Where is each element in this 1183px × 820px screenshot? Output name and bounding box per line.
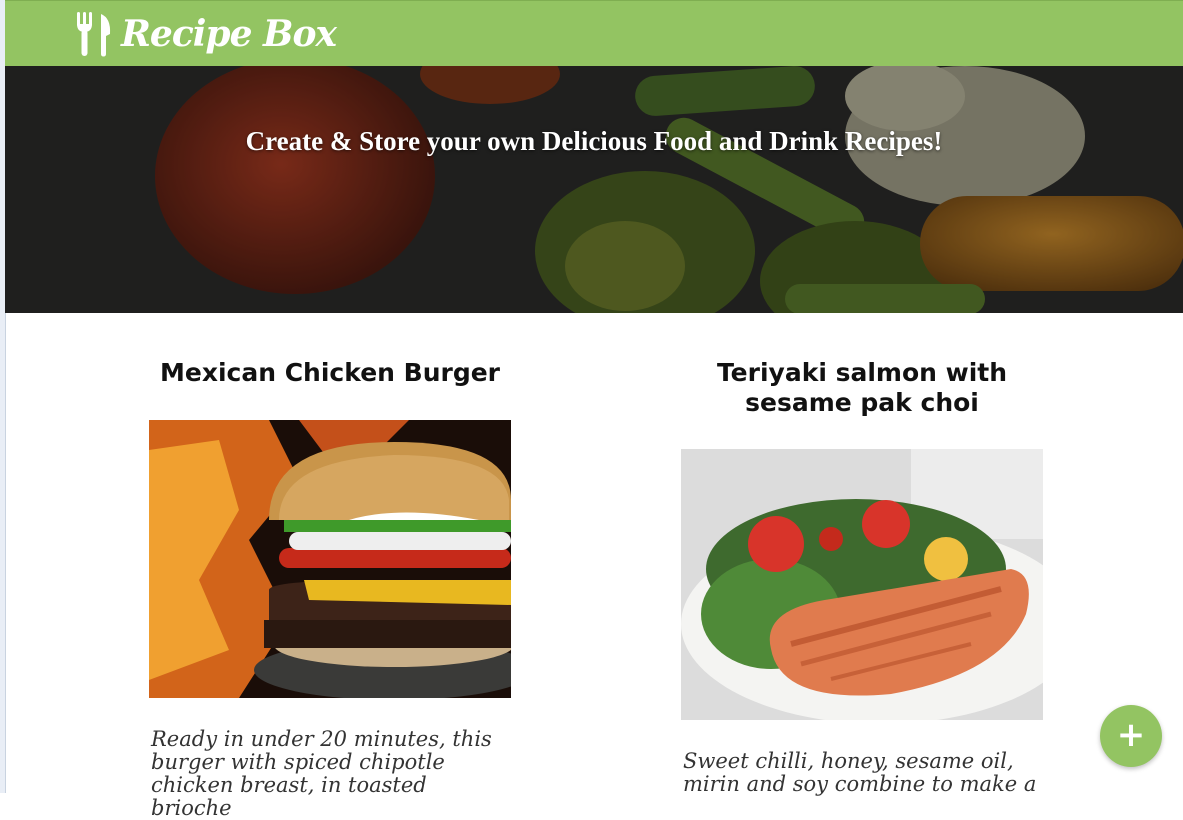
brand-logo[interactable]: Recipe Box — [75, 9, 337, 59]
navbar: Recipe Box — [5, 0, 1183, 67]
recipe-title[interactable]: Teriyaki salmon with sesame pak choi — [662, 358, 1062, 418]
cutlery-icon — [77, 12, 111, 57]
recipe-description: Sweet chilli, honey, sesame oil, mirin a… — [683, 749, 1037, 796]
recipe-image-salmon[interactable] — [681, 449, 1043, 720]
plus-icon: + — [1116, 714, 1146, 755]
brand-title: Recipe Box — [121, 13, 337, 55]
add-recipe-button[interactable]: + — [1100, 705, 1162, 767]
recipe-title[interactable]: Mexican Chicken Burger — [130, 358, 530, 388]
recipe-card[interactable]: Mexican Chicken Burger — [130, 358, 530, 388]
hero-banner: Create & Store your own Delicious Food a… — [5, 66, 1183, 313]
recipe-card[interactable]: Teriyaki salmon with sesame pak choi — [662, 358, 1062, 418]
hero-title: Create & Store your own Delicious Food a… — [245, 126, 943, 156]
hero-vegetables-image — [5, 66, 1183, 313]
recipe-description: Ready in under 20 minutes, this burger w… — [151, 727, 492, 820]
recipe-image-burger[interactable] — [149, 420, 511, 698]
